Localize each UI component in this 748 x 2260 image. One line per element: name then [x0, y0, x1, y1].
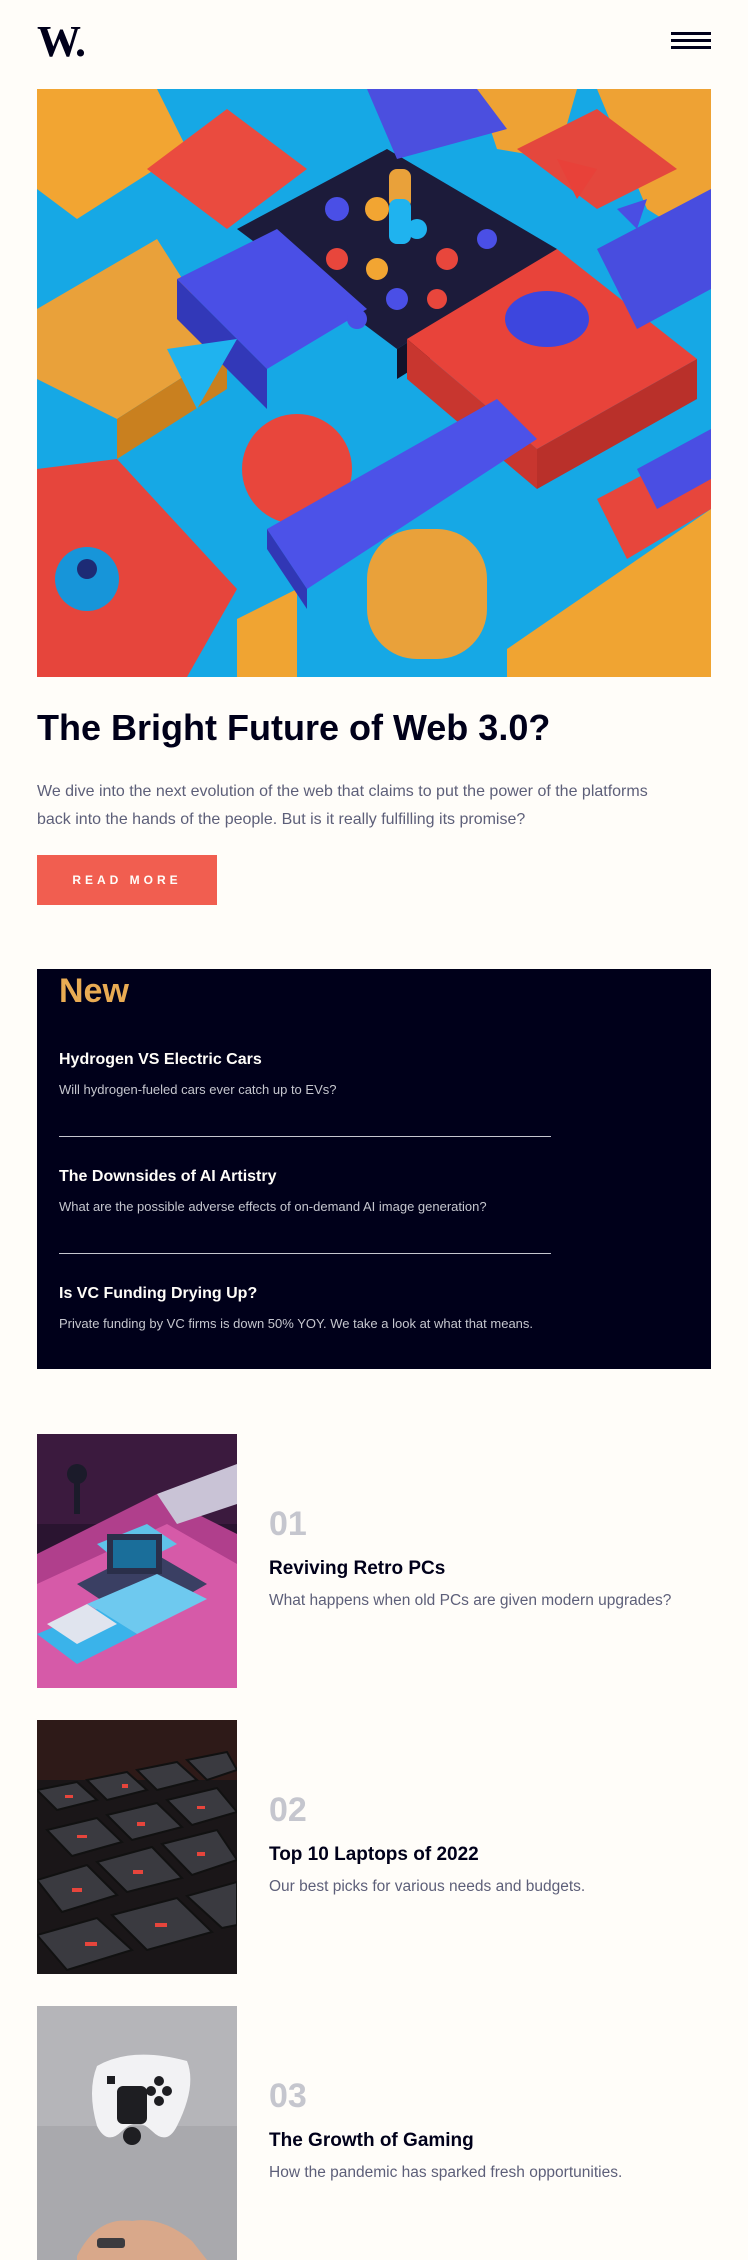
new-item-description: Private funding by VC firms is down 50% … [59, 1316, 534, 1331]
article-title[interactable]: The Growth of Gaming [269, 2128, 474, 2154]
article-description: How the pandemic has sparked fresh oppor… [269, 2164, 623, 2181]
new-item-description: What are the possible adverse effects of… [59, 1199, 487, 1214]
retro-pc-image [37, 1434, 237, 1688]
article-number: 01 [269, 1505, 307, 1543]
hamburger-menu-icon[interactable] [671, 32, 711, 52]
laptop-keyboard-image [37, 1720, 237, 1974]
article-number: 02 [269, 1791, 307, 1829]
article-number: 03 [269, 2077, 307, 2115]
article-card: 03 The Growth of Gaming How the pandemic… [37, 2006, 711, 2260]
logo[interactable]: W. [37, 20, 86, 64]
site-header: W. [37, 20, 711, 64]
new-item: Is VC Funding Drying Up? Private funding… [59, 1283, 552, 1334]
article-card: 01 Reviving Retro PCs What happens when … [37, 1434, 711, 1688]
new-item-title[interactable]: Hydrogen VS Electric Cars [59, 1049, 552, 1071]
new-section: New Hydrogen VS Electric Cars Will hydro… [37, 969, 711, 1369]
article-card: 02 Top 10 Laptops of 2022 Our best picks… [37, 1720, 711, 1974]
new-item-title[interactable]: The Downsides of AI Artistry [59, 1166, 552, 1188]
hero-title: The Bright Future of Web 3.0? [37, 707, 551, 748]
article-description: What happens when old PCs are given mode… [269, 1592, 672, 1609]
new-item: The Downsides of AI Artistry What are th… [59, 1166, 552, 1217]
divider [59, 1253, 551, 1254]
read-more-button[interactable]: READ MORE [37, 855, 217, 905]
article-description: Our best picks for various needs and bud… [269, 1878, 586, 1895]
new-item: Hydrogen VS Electric Cars Will hydrogen-… [59, 1049, 552, 1100]
hero-image [37, 89, 711, 677]
hero-description: We dive into the next evolution of the w… [37, 783, 648, 828]
divider [59, 1136, 551, 1137]
new-section-title: New [59, 972, 129, 1010]
article-title[interactable]: Top 10 Laptops of 2022 [269, 1842, 479, 1868]
new-item-description: Will hydrogen-fueled cars ever catch up … [59, 1082, 337, 1097]
new-item-title[interactable]: Is VC Funding Drying Up? [59, 1283, 552, 1305]
game-controller-image [37, 2006, 237, 2260]
article-title[interactable]: Reviving Retro PCs [269, 1556, 445, 1582]
